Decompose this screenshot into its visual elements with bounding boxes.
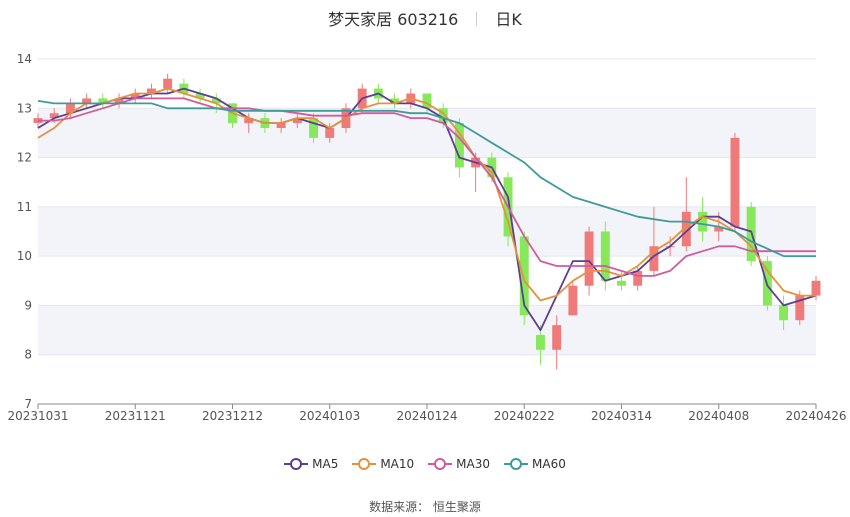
- band: [38, 305, 816, 355]
- candle-body: [779, 305, 789, 321]
- candle: [730, 132, 740, 232]
- candle-body: [698, 211, 707, 232]
- candle: [147, 83, 156, 99]
- x-tick-label: 20240314: [591, 409, 652, 423]
- candle-body: [600, 231, 610, 281]
- candle-body: [163, 78, 173, 89]
- candle: [130, 88, 140, 104]
- candle: [163, 73, 173, 94]
- data-source: 数据来源： 恒生聚源: [369, 500, 481, 514]
- candle-body: [309, 118, 318, 138]
- y-tick-label: 14: [17, 52, 32, 66]
- legend-item-ma30[interactable]: MA30: [428, 457, 490, 471]
- legend-label-ma30: MA30: [456, 457, 491, 471]
- x-tick-label: 20240426: [785, 409, 846, 423]
- x-tick-label: 20231121: [105, 409, 166, 423]
- y-tick-label: 10: [17, 249, 32, 263]
- x-tick-label: 20240408: [688, 409, 749, 423]
- x-tick-label: 20231031: [7, 409, 68, 423]
- legend-item-ma60[interactable]: MA60: [504, 457, 566, 471]
- y-tick-label: 12: [17, 151, 32, 165]
- band: [38, 108, 816, 158]
- y-tick-label: 9: [24, 298, 32, 312]
- legend-swatch-ma10: [352, 458, 377, 470]
- candle-body: [617, 280, 626, 286]
- legend-swatch-ma30: [428, 458, 453, 470]
- candle-body: [811, 280, 821, 296]
- candle-body: [552, 325, 562, 350]
- y-tick-label: 13: [17, 101, 32, 115]
- candle-body: [568, 285, 578, 316]
- x-axis: 20231031 20231121 20231212 20240103 20240124…: [7, 403, 847, 423]
- legend-swatch-ma60: [504, 458, 529, 470]
- legend-item-ma5[interactable]: MA5: [284, 457, 338, 471]
- legend-label-ma5: MA5: [312, 457, 339, 471]
- candle-body: [730, 137, 740, 227]
- y-tick-label: 8: [24, 348, 32, 362]
- candle: [98, 93, 108, 109]
- y-axis-ticks: 7891011121314: [17, 52, 32, 411]
- candle-body: [633, 270, 643, 286]
- legend: MA5 MA10 MA30 MA60: [0, 457, 850, 471]
- legend-item-ma10[interactable]: MA10: [352, 457, 414, 471]
- legend-label-ma60: MA60: [532, 457, 566, 471]
- kline-chart: 7891011121314 20231031 20231121 20231212 20…: [7, 52, 847, 423]
- x-tick-label: 20240222: [494, 409, 555, 423]
- candle: [568, 280, 578, 316]
- candle-body: [536, 335, 545, 350]
- candle: [681, 177, 691, 252]
- x-tick-label: 20240103: [299, 409, 360, 423]
- candle: [114, 93, 124, 109]
- candle: [195, 88, 205, 104]
- candle-body: [325, 128, 335, 138]
- x-tick-label: 20240124: [396, 409, 457, 423]
- x-tick-label: 20231212: [202, 409, 263, 423]
- y-tick-label: 11: [17, 200, 32, 214]
- candle-body: [584, 231, 594, 286]
- legend-swatch-ma5: [284, 458, 309, 470]
- legend-label-ma10: MA10: [380, 457, 415, 471]
